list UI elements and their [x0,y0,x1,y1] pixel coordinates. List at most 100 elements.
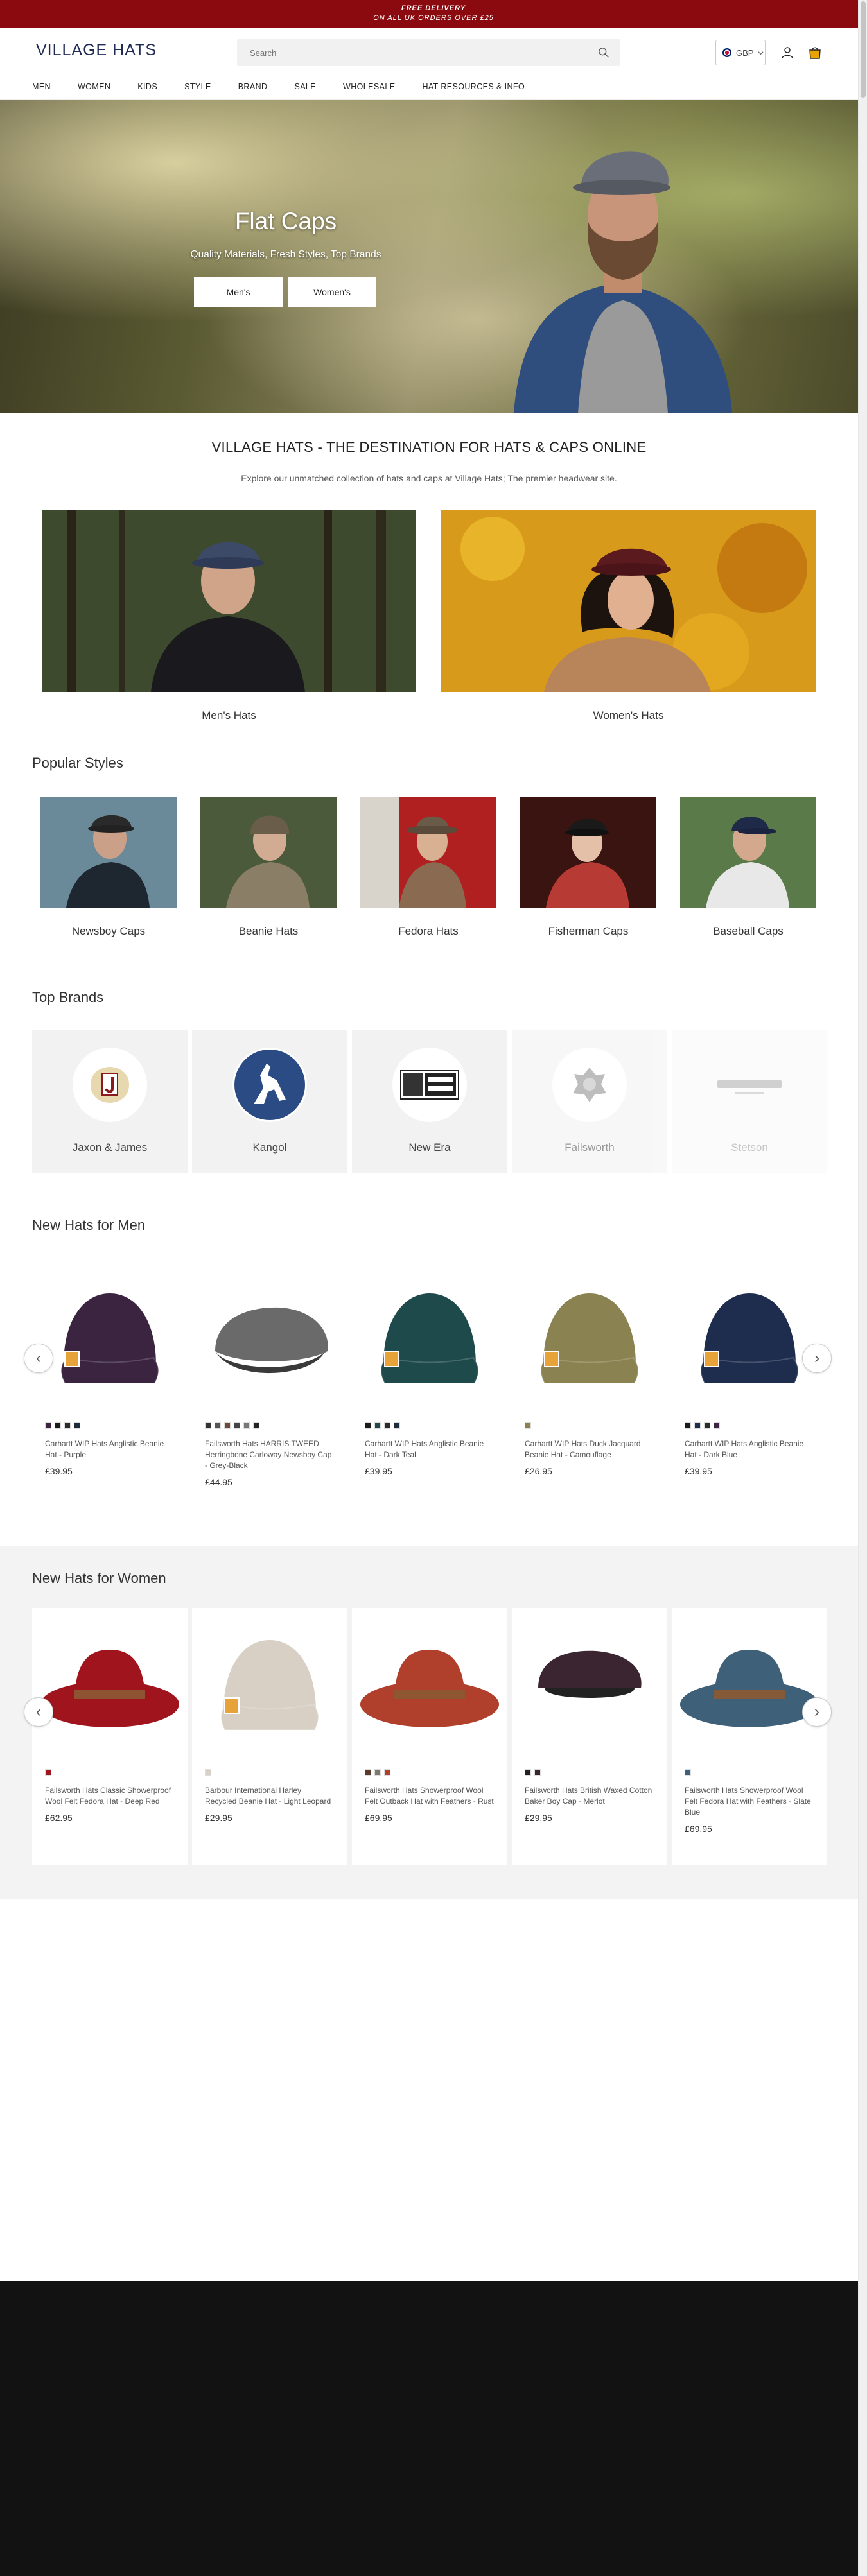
color-swatch[interactable] [534,1769,541,1776]
product-price: £44.95 [205,1477,232,1487]
account-icon[interactable] [781,46,794,59]
nav-item-style[interactable]: STYLE [184,82,211,91]
product-name[interactable]: Carhartt WIP Hats Duck Jacquard Beanie H… [525,1439,654,1460]
product-card[interactable]: Failsworth Hats Showerproof Wool Felt Fe… [672,1608,827,1865]
brand-card-new-era[interactable]: New Era [352,1030,507,1173]
site-logo[interactable]: VILLAGE HATS [36,41,157,60]
product-image[interactable] [352,1608,507,1762]
color-swatch[interactable] [205,1769,211,1776]
nav-item-hat-resources[interactable]: HAT RESOURCES & INFO [422,82,525,91]
color-swatch[interactable] [394,1422,400,1429]
product-card[interactable]: Failsworth Hats Showerproof Wool Felt Ou… [352,1608,507,1865]
product-card[interactable]: Carhartt WIP Hats Anglistic Beanie Hat -… [352,1261,507,1487]
brand-card-kangol[interactable]: Kangol [192,1030,347,1173]
product-card[interactable]: Carhartt WIP Hats Duck Jacquard Beanie H… [512,1261,667,1487]
color-swatch[interactable] [685,1769,691,1776]
color-swatch[interactable] [64,1422,71,1429]
color-swatch[interactable] [374,1422,381,1429]
color-swatch[interactable] [704,1422,710,1429]
product-card[interactable]: Carhartt WIP Hats Anglistic Beanie Hat -… [32,1261,188,1487]
color-swatch[interactable] [55,1422,61,1429]
newsboy-caps-image [40,797,177,908]
product-image[interactable] [672,1608,827,1762]
brand-card-stetson[interactable]: Stetson [672,1030,827,1173]
mens-hats-image [42,510,416,692]
page-scrollbar[interactable] [858,0,867,2576]
color-swatch[interactable] [694,1422,701,1429]
women-carousel-prev-button[interactable]: ‹ [24,1697,53,1727]
product-name[interactable]: Failsworth Hats HARRIS TWEED Herringbone… [205,1439,335,1471]
product-card[interactable]: Barbour International Harley Recycled Be… [192,1608,347,1865]
product-name[interactable]: Failsworth Hats Classic Showerproof Wool… [45,1785,175,1807]
scrollbar-thumb[interactable] [861,1,866,98]
brand-name-new-era: New Era [408,1141,451,1154]
color-swatch[interactable] [714,1422,720,1429]
color-swatch[interactable] [525,1769,531,1776]
product-image[interactable] [192,1608,347,1762]
product-image[interactable] [192,1261,347,1415]
color-swatch[interactable] [45,1422,51,1429]
product-image[interactable] [512,1261,667,1415]
product-image[interactable] [352,1261,507,1415]
style-card-baseball[interactable]: Baseball Caps [680,797,816,938]
product-card[interactable]: Failsworth Hats HARRIS TWEED Herringbone… [192,1261,347,1487]
hero-womens-button[interactable]: Women's [288,277,376,307]
men-carousel-next-button[interactable]: › [802,1344,832,1373]
nav-item-brand[interactable]: BRAND [238,82,268,91]
product-name[interactable]: Failsworth Hats Showerproof Wool Felt Ou… [365,1785,495,1807]
color-swatch[interactable] [205,1422,211,1429]
hero-mens-button[interactable]: Men's [194,277,283,307]
color-swatch[interactable] [45,1769,51,1776]
nav-item-sale[interactable]: SALE [294,82,316,91]
product-image[interactable] [512,1608,667,1762]
product-price: £39.95 [685,1466,712,1476]
brand-card-jaxon-james[interactable]: Jaxon & James [32,1030,188,1173]
nav-item-women[interactable]: WOMEN [78,82,110,91]
color-swatch[interactable] [525,1422,531,1429]
cart-icon[interactable] [808,46,822,60]
style-card-newsboy[interactable]: Newsboy Caps [40,797,177,938]
product-name[interactable]: Failsworth Hats Showerproof Wool Felt Fe… [685,1785,814,1818]
product-name[interactable]: Carhartt WIP Hats Anglistic Beanie Hat -… [685,1439,814,1460]
style-card-fisherman[interactable]: Fisherman Caps [520,797,656,938]
color-swatch[interactable] [253,1422,259,1429]
product-name[interactable]: Carhartt WIP Hats Anglistic Beanie Hat -… [365,1439,495,1460]
site-footer [0,2281,858,2576]
product-image[interactable] [32,1261,188,1415]
product-name[interactable]: Barbour International Harley Recycled Be… [205,1785,335,1807]
product-card[interactable]: Failsworth Hats Classic Showerproof Wool… [32,1608,188,1865]
product-image[interactable] [672,1261,827,1415]
color-swatch[interactable] [384,1769,390,1776]
color-swatch[interactable] [215,1422,221,1429]
color-swatch[interactable] [74,1422,80,1429]
women-carousel-next-button[interactable]: › [802,1697,832,1727]
category-card-mens[interactable]: Men's Hats [42,510,416,722]
nav-item-wholesale[interactable]: WHOLESALE [343,82,395,91]
currency-selector[interactable]: GBP [715,40,766,65]
product-name[interactable]: Carhartt WIP Hats Anglistic Beanie Hat -… [45,1439,175,1460]
main-nav: MEN WOMEN KIDS STYLE BRAND SALE WHOLESAL… [32,82,552,91]
product-card[interactable]: Carhartt WIP Hats Anglistic Beanie Hat -… [672,1261,827,1487]
color-swatch[interactable] [224,1422,231,1429]
color-swatch[interactable] [685,1422,691,1429]
failsworth-logo [552,1048,627,1122]
color-swatch[interactable] [234,1422,240,1429]
search-input[interactable] [237,39,620,66]
color-swatch[interactable] [384,1422,390,1429]
category-card-womens[interactable]: Women's Hats [441,510,816,722]
nav-item-men[interactable]: MEN [32,82,51,91]
color-swatch[interactable] [365,1422,371,1429]
nav-item-kids[interactable]: KIDS [137,82,157,91]
color-swatch[interactable] [365,1769,371,1776]
brand-card-failsworth[interactable]: Failsworth [512,1030,667,1173]
color-swatch[interactable] [374,1769,381,1776]
style-card-beanie[interactable]: Beanie Hats [200,797,337,938]
men-carousel-prev-button[interactable]: ‹ [24,1344,53,1373]
product-name[interactable]: Failsworth Hats British Waxed Cotton Bak… [525,1785,654,1807]
product-image[interactable] [32,1608,188,1762]
product-card[interactable]: Failsworth Hats British Waxed Cotton Bak… [512,1608,667,1865]
hero-subtitle: Quality Materials, Fresh Styles, Top Bra… [190,249,381,260]
search-icon[interactable] [598,47,609,58]
color-swatch[interactable] [243,1422,250,1429]
style-card-fedora[interactable]: Fedora Hats [360,797,496,938]
